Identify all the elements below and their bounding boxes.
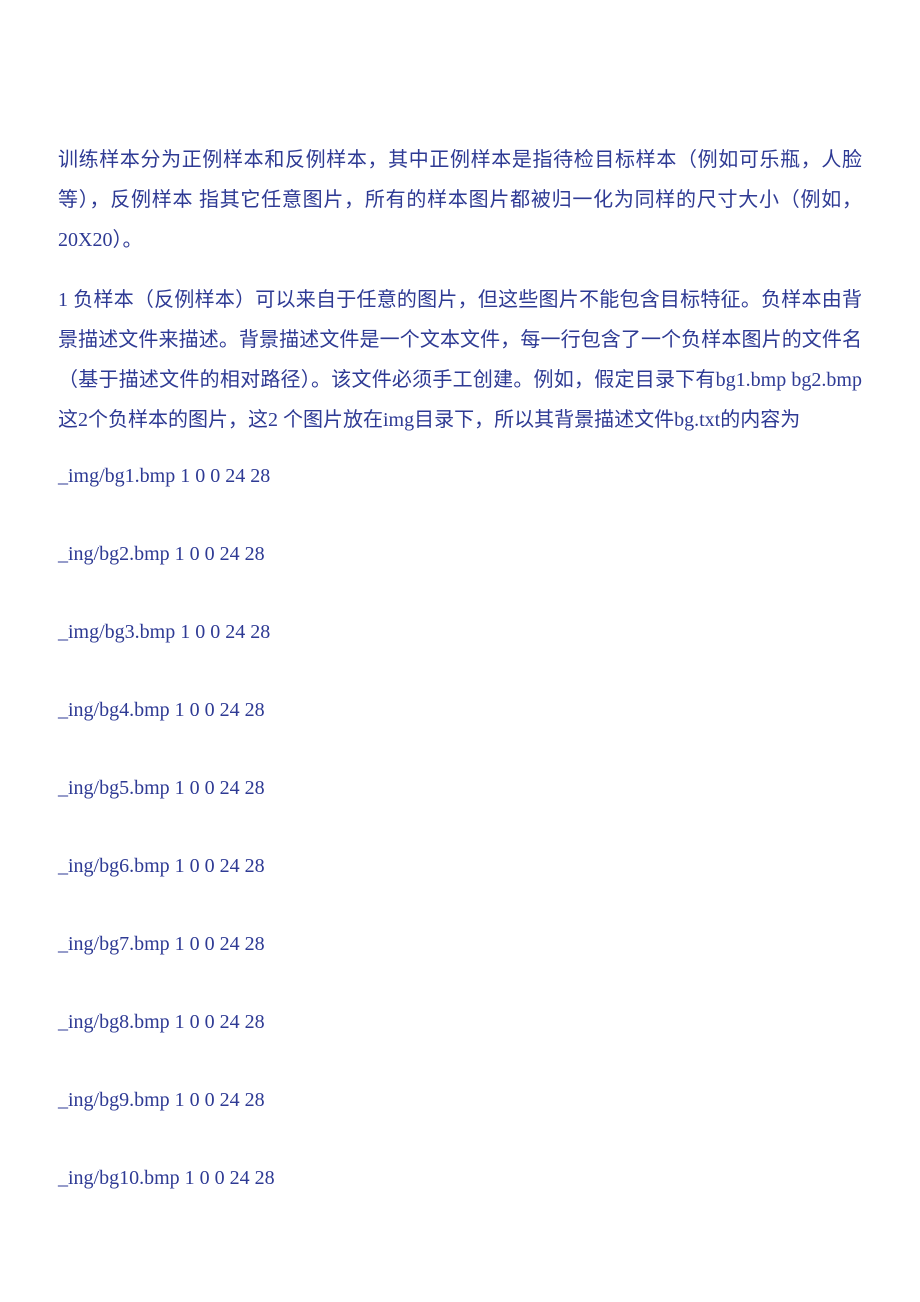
bg-line-8: _ing/bg8.bmp 1 0 0 24 28 <box>58 1006 862 1038</box>
bg-line-10: _ing/bg10.bmp 1 0 0 24 28 <box>58 1162 862 1194</box>
paragraph-2: 1 负样本（反例样本）可以来自于任意的图片，但这些图片不能包含目标特征。负样本由… <box>58 280 862 440</box>
bg-line-6: _ing/bg6.bmp 1 0 0 24 28 <box>58 850 862 882</box>
bg-line-3: _img/bg3.bmp 1 0 0 24 28 <box>58 616 862 648</box>
document-page: 训练样本分为正例样本和反例样本，其中正例样本是指待检目标样本（例如可乐瓶，人脸等… <box>0 0 920 1302</box>
bg-line-1: _img/bg1.bmp 1 0 0 24 28 <box>58 460 862 492</box>
paragraph-1: 训练样本分为正例样本和反例样本，其中正例样本是指待检目标样本（例如可乐瓶，人脸等… <box>58 140 862 260</box>
bg-line-4: _ing/bg4.bmp 1 0 0 24 28 <box>58 694 862 726</box>
bg-line-9: _ing/bg9.bmp 1 0 0 24 28 <box>58 1084 862 1116</box>
bg-line-7: _ing/bg7.bmp 1 0 0 24 28 <box>58 928 862 960</box>
bg-line-2: _ing/bg2.bmp 1 0 0 24 28 <box>58 538 862 570</box>
bg-line-5: _ing/bg5.bmp 1 0 0 24 28 <box>58 772 862 804</box>
